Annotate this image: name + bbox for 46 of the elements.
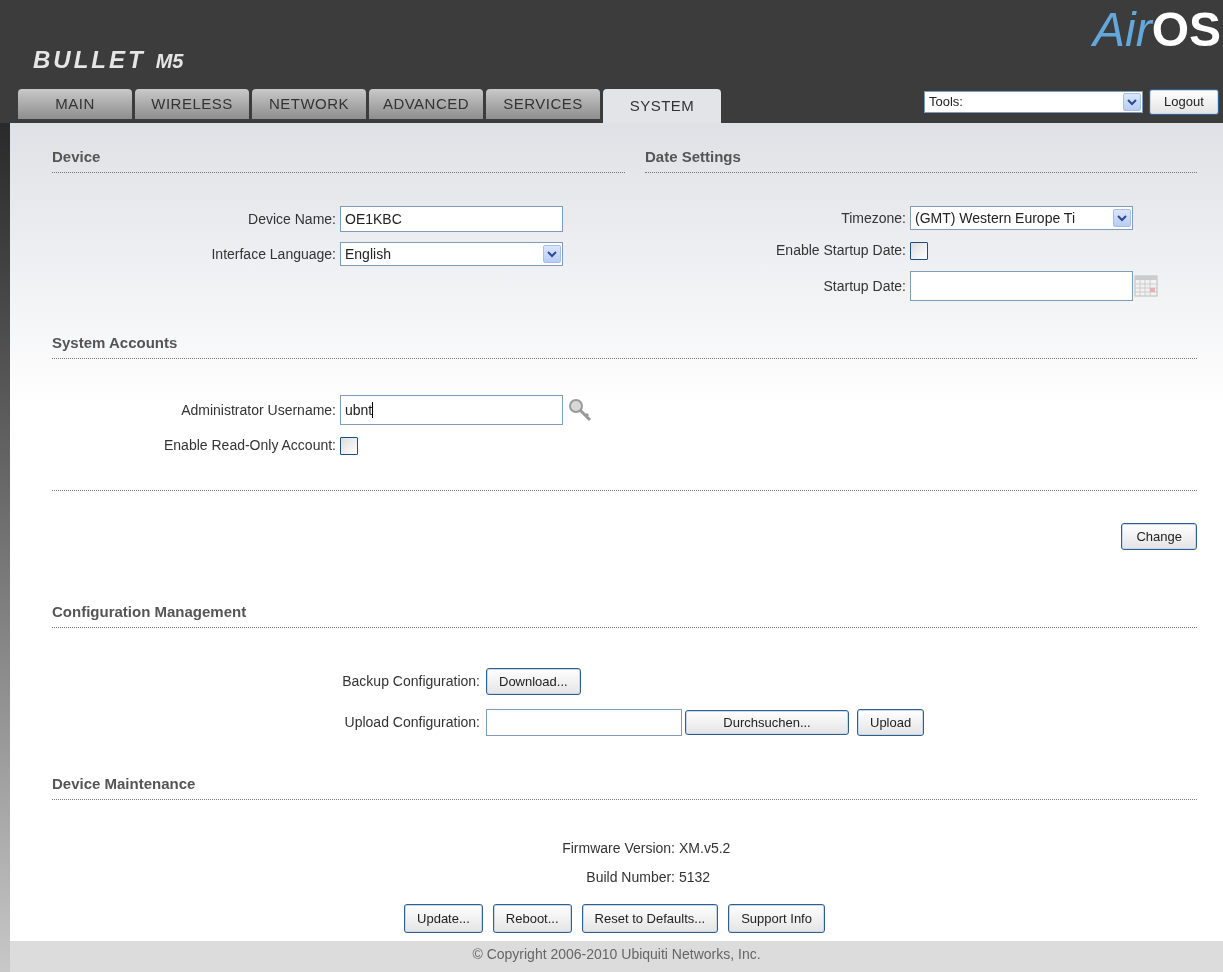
nav-tab[interactable]: MAIN bbox=[18, 89, 132, 119]
browse-button[interactable]: Durchsuchen... bbox=[685, 710, 849, 735]
field-label: Backup Configuration: bbox=[341, 672, 481, 691]
info-label: Firmware Version: bbox=[561, 839, 676, 858]
checkbox[interactable] bbox=[340, 436, 358, 455]
field-label: Upload Configuration: bbox=[343, 713, 481, 732]
date-field[interactable] bbox=[910, 271, 1133, 301]
nav-tab[interactable]: SERVICES bbox=[486, 89, 600, 119]
username-field[interactable]: ubnt bbox=[340, 395, 563, 425]
dropdown[interactable]: (GMT) Western Europe Ti bbox=[910, 206, 1133, 230]
nav-tab[interactable]: ADVANCED bbox=[369, 89, 483, 119]
checkbox[interactable] bbox=[910, 241, 928, 260]
upload-button[interactable]: Upload bbox=[857, 709, 925, 736]
key-icon[interactable] bbox=[567, 397, 593, 423]
text-field[interactable]: OE1KBC bbox=[340, 206, 563, 232]
field-label: Startup Date: bbox=[822, 276, 907, 296]
maintenance-button[interactable]: Reboot... bbox=[492, 904, 572, 933]
section-title: Device Maintenance bbox=[52, 775, 196, 792]
nav-tab[interactable]: WIRELESS bbox=[135, 89, 249, 119]
info-label: Build Number: bbox=[585, 868, 676, 887]
nav-tab[interactable]: SYSTEM bbox=[603, 89, 721, 123]
maintenance-button[interactable]: Support Info bbox=[728, 904, 825, 933]
copyright-text: © Copyright 2006-2010 Ubiquiti Networks, Inc. bbox=[472, 945, 761, 964]
logout-button[interactable]: Logout bbox=[1149, 89, 1219, 115]
section-title: Device bbox=[52, 148, 101, 165]
maintenance-button[interactable]: Update... bbox=[404, 904, 483, 933]
nav-tab[interactable]: NETWORK bbox=[252, 89, 366, 119]
file-field[interactable] bbox=[486, 709, 682, 736]
field-label: Enable Startup Date: bbox=[775, 241, 907, 260]
field-label: Enable Read-Only Account: bbox=[163, 436, 337, 455]
download-button[interactable]: Download... bbox=[486, 668, 581, 695]
maintenance-button[interactable]: Reset to Defaults... bbox=[581, 904, 719, 933]
section-title: Configuration Management bbox=[52, 603, 247, 620]
info-value: XM.v5.2 bbox=[679, 839, 731, 858]
product-logo: BULLET M5 bbox=[33, 45, 184, 75]
brand-logo: AirOS bbox=[1092, 6, 1221, 54]
change-button[interactable]: Change bbox=[1121, 523, 1197, 550]
field-label: Interface Language: bbox=[210, 244, 337, 264]
section-title: System Accounts bbox=[52, 334, 178, 351]
section-title: Date Settings bbox=[645, 148, 741, 165]
dropdown[interactable]: English bbox=[340, 242, 563, 266]
info-value: 5132 bbox=[679, 868, 711, 887]
tools-dropdown[interactable]: Tools: bbox=[924, 91, 1143, 113]
field-label: Timezone: bbox=[840, 208, 907, 228]
field-label: Device Name: bbox=[247, 209, 337, 229]
field-label: Administrator Username: bbox=[180, 400, 337, 420]
